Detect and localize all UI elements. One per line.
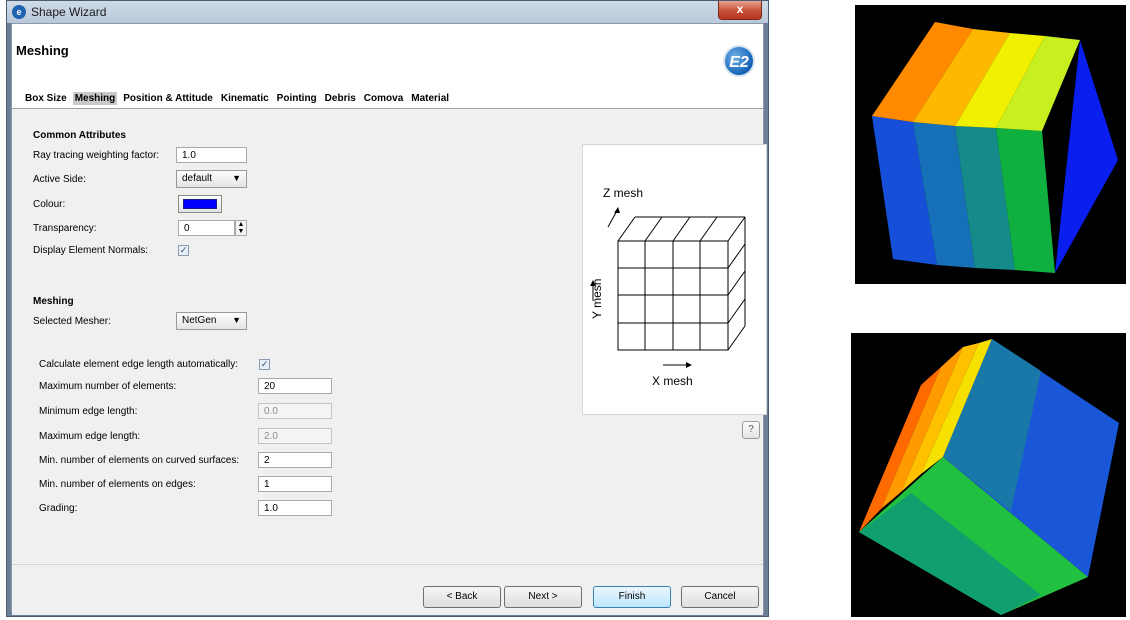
curved-elements-label: Min. number of elements on curved surfac… (39, 455, 240, 466)
common-attributes-heading: Common Attributes (33, 130, 126, 141)
colour-label: Colour: (33, 199, 66, 210)
mesh-diagram: Z mesh Y mesh X mesh (582, 144, 767, 415)
transparency-stepper[interactable]: ▲ ▼ (235, 220, 247, 236)
mesher-label: Selected Mesher: (33, 316, 111, 327)
meshing-heading: Meshing (33, 296, 74, 307)
tab-debris[interactable]: Debris (323, 92, 358, 105)
tab-meshing[interactable]: Meshing (72, 92, 118, 105)
normals-label: Display Element Normals: (33, 245, 149, 256)
tab-box-size[interactable]: Box Size (23, 92, 69, 105)
normals-checkbox[interactable]: ✓ (178, 245, 189, 256)
grading-input[interactable] (258, 500, 332, 516)
edge-elements-input[interactable] (258, 476, 332, 492)
tab-position-attitude[interactable]: Position & Attitude (121, 92, 215, 105)
mesh-diagram-graphic: Z mesh Y mesh X mesh (590, 186, 746, 388)
transparency-label: Transparency: (33, 223, 97, 234)
auto-edge-label: Calculate element edge length automatica… (39, 359, 239, 370)
max-elements-input[interactable] (258, 378, 332, 394)
header-area: Meshing E2 (12, 24, 763, 87)
tab-kinematic[interactable]: Kinematic (219, 92, 271, 105)
ray-tracing-label: Ray tracing weighting factor: (33, 150, 160, 161)
mesh-preview-rotated-graphic (859, 339, 1119, 615)
help-button[interactable]: ? (742, 421, 760, 439)
page-title: Meshing (16, 43, 69, 58)
form-area: Common Attributes Ray tracing weighting … (12, 109, 767, 564)
app-icon: e (12, 5, 26, 19)
mesh-preview-rotated (851, 333, 1126, 617)
max-edge-input (258, 428, 332, 444)
next-button[interactable]: Next > (504, 586, 582, 608)
window-title: Shape Wizard (31, 5, 107, 19)
wizard-tabs: Box Size Meshing Position & Attitude Kin… (23, 92, 451, 105)
y-mesh-label: Y mesh (590, 279, 604, 319)
auto-edge-checkbox[interactable]: ✓ (259, 359, 270, 370)
curved-elements-input[interactable] (258, 452, 332, 468)
wizard-client: Meshing E2 Box Size Meshing Position & A… (11, 23, 767, 615)
min-edge-label: Minimum edge length: (39, 406, 138, 417)
cancel-button[interactable]: Cancel (681, 586, 759, 608)
mesher-value: NetGen (182, 315, 217, 326)
active-side-select[interactable]: default ▼ (176, 170, 247, 188)
shape-wizard-window: e Shape Wizard x Meshing E2 Box Size Mes… (6, 0, 769, 617)
close-button[interactable]: x (718, 1, 762, 20)
mesher-select[interactable]: NetGen ▼ (176, 312, 247, 330)
tab-material[interactable]: Material (409, 92, 451, 105)
e2-logo: E2 (723, 45, 755, 77)
grading-label: Grading: (39, 503, 78, 514)
min-edge-input (258, 403, 332, 419)
chevron-down-icon: ▼ (232, 173, 241, 183)
colour-picker-button[interactable] (178, 195, 222, 213)
back-button[interactable]: < Back (423, 586, 501, 608)
z-mesh-label: Z mesh (603, 186, 643, 200)
active-side-value: default (182, 173, 213, 184)
mesh-preview-front-graphic (872, 22, 1118, 273)
transparency-input[interactable] (178, 220, 235, 236)
edge-elements-label: Min. number of elements on edges: (39, 479, 196, 490)
colour-swatch (183, 199, 217, 209)
max-edge-label: Maximum edge length: (39, 431, 141, 442)
mesh-preview-front (855, 5, 1126, 284)
ray-tracing-input[interactable] (176, 147, 247, 163)
chevron-down-icon: ▼ (232, 315, 241, 325)
active-side-label: Active Side: (33, 174, 86, 185)
x-mesh-label: X mesh (652, 374, 693, 388)
button-bar: < Back Next > Finish Cancel (12, 564, 763, 615)
tab-pointing[interactable]: Pointing (275, 92, 319, 105)
max-elements-label: Maximum number of elements: (39, 381, 177, 392)
tab-comova[interactable]: Comova (362, 92, 405, 105)
finish-button[interactable]: Finish (593, 586, 671, 608)
title-bar[interactable]: e Shape Wizard x (7, 1, 768, 23)
